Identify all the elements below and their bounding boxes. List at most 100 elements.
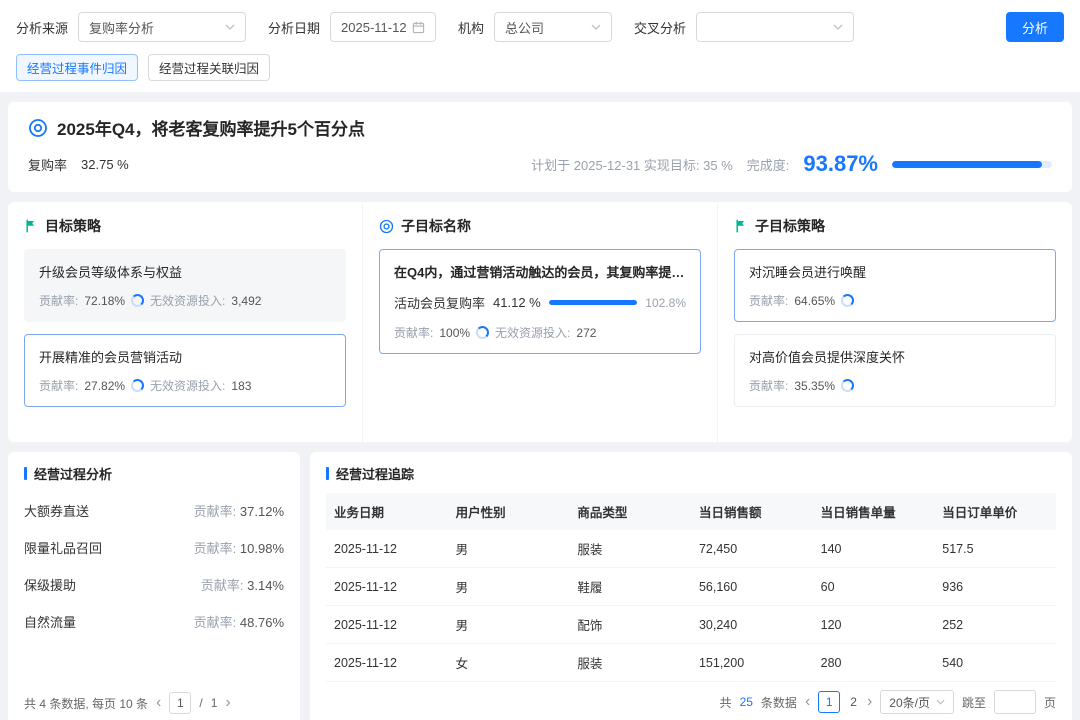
subgoal-card-stats: 贡献率: 100% 无效资源投入: 272 bbox=[394, 324, 686, 341]
substrategy-header: 子目标策略 bbox=[734, 216, 1056, 236]
filter-bar: 分析来源 复购率分析 分析日期 2025-11-12 机构 总公司 bbox=[16, 12, 1064, 42]
strategy-card-stats: 贡献率: 27.82% 无效资源投入: 183 bbox=[39, 377, 331, 394]
process-rate: 贡献率: 37.12% bbox=[194, 501, 284, 520]
substrategy-card-stats: 贡献率: 35.35% bbox=[749, 377, 1041, 394]
org-filter-label: 机构 bbox=[458, 18, 484, 37]
page-number-1[interactable]: 1 bbox=[818, 691, 840, 713]
table-cell: 60 bbox=[813, 568, 935, 606]
process-rate: 贡献率: 3.14% bbox=[201, 575, 284, 594]
page-number[interactable]: 1 bbox=[169, 692, 191, 714]
list-item[interactable]: 保级援助 贡献率: 3.14% bbox=[24, 575, 284, 594]
cross-analysis-select[interactable] bbox=[696, 12, 854, 42]
subgoal-progress-bar bbox=[549, 300, 638, 305]
table-cell: 服装 bbox=[569, 644, 691, 682]
rate-value: 72.18% bbox=[84, 294, 125, 308]
table-cell: 2025-11-12 bbox=[326, 644, 448, 682]
total-pages: 1 bbox=[211, 696, 218, 710]
table-cell: 男 bbox=[448, 568, 570, 606]
invalid-label: 无效资源投入: bbox=[495, 324, 570, 341]
table-cell: 鞋履 bbox=[569, 568, 691, 606]
process-name: 自然流量 bbox=[24, 612, 76, 631]
list-item[interactable]: 限量礼品召回 贡献率: 10.98% bbox=[24, 538, 284, 557]
source-filter-label: 分析来源 bbox=[16, 18, 68, 37]
column-header: 当日订单单价 bbox=[934, 493, 1056, 530]
table-cell: 540 bbox=[934, 644, 1056, 682]
substrategy-card[interactable]: 对沉睡会员进行唤醒 贡献率: 64.65% bbox=[734, 249, 1056, 322]
panel-title: 经营过程追踪 bbox=[326, 464, 1056, 483]
strategy-card-title: 升级会员等级体系与权益 bbox=[39, 262, 331, 281]
subgoal-progress-fill bbox=[549, 300, 638, 305]
table-cell: 2025-11-12 bbox=[326, 568, 448, 606]
completion-progress-fill bbox=[892, 161, 1042, 168]
bottom-section: 经营过程分析 大额券直送 贡献率: 37.12% 限量礼品召回 贡献率: 10.… bbox=[8, 452, 1072, 720]
list-item[interactable]: 大额券直送 贡献率: 37.12% bbox=[24, 501, 284, 520]
repurchase-rate-metric: 复购率 32.75 % bbox=[28, 155, 129, 174]
rate-label: 贡献率: bbox=[194, 615, 237, 630]
source-select-value: 复购率分析 bbox=[89, 18, 154, 37]
rate-value: 100% bbox=[439, 326, 470, 340]
next-page-icon[interactable]: › bbox=[225, 695, 230, 711]
table-cell: 2025-11-12 bbox=[326, 682, 448, 690]
goal-strategy-column: 目标策略 升级会员等级体系与权益 贡献率: 72.18% 无效资源投入: 3,4… bbox=[8, 202, 362, 442]
prev-page-icon[interactable]: ‹ bbox=[805, 694, 810, 710]
list-item[interactable]: 自然流量 贡献率: 48.76% bbox=[24, 612, 284, 631]
page-number-2[interactable]: 2 bbox=[848, 695, 859, 709]
goal-strategy-header: 目标策略 bbox=[24, 216, 346, 236]
table-cell: 男 bbox=[448, 530, 570, 568]
table-cell: 配饰 bbox=[569, 606, 691, 644]
table-cell: 517.5 bbox=[934, 530, 1056, 568]
completion-value: 93.87% bbox=[803, 151, 878, 177]
invalid-value: 3,492 bbox=[231, 294, 261, 308]
tab-relation-attribution[interactable]: 经营过程关联归因 bbox=[148, 54, 270, 81]
cross-filter-label: 交叉分析 bbox=[634, 18, 686, 37]
rate-value: 64.65% bbox=[794, 294, 835, 308]
source-filter-group: 分析来源 复购率分析 bbox=[16, 12, 246, 42]
table-row: 2025-11-12 女 服装 151,200 280 540 bbox=[326, 644, 1056, 682]
rate-label: 贡献率: bbox=[749, 377, 788, 394]
total-count: 25 bbox=[740, 695, 753, 709]
rate-value: 27.82% bbox=[84, 379, 125, 393]
date-picker[interactable]: 2025-11-12 bbox=[330, 12, 436, 42]
column-title: 子目标名称 bbox=[401, 216, 471, 236]
org-select[interactable]: 总公司 bbox=[494, 12, 612, 42]
substrategy-card-title: 对沉睡会员进行唤醒 bbox=[749, 262, 1041, 281]
table-row: 2025-11-12 女 鞋履 89,100 108 825 bbox=[326, 682, 1056, 690]
subgoal-metric-row: 活动会员复购率 41.12 % 102.8% bbox=[394, 293, 686, 312]
plan-target-text: 计划于 2025-12-31 实现目标: 35 % bbox=[531, 155, 733, 174]
strategy-card[interactable]: 开展精准的会员营销活动 贡献率: 27.82% 无效资源投入: 183 bbox=[24, 334, 346, 407]
jump-page-input[interactable] bbox=[994, 690, 1036, 714]
page-size-select[interactable]: 20条/页 bbox=[880, 690, 954, 714]
date-picker-value: 2025-11-12 bbox=[341, 20, 407, 35]
tab-event-attribution[interactable]: 经营过程事件归因 bbox=[16, 54, 138, 81]
analyze-button[interactable]: 分析 bbox=[1006, 12, 1064, 42]
table-cell: 120 bbox=[813, 606, 935, 644]
prev-page-icon[interactable]: ‹ bbox=[156, 695, 161, 711]
page-size-value: 20条/页 bbox=[889, 694, 930, 711]
source-select[interactable]: 复购率分析 bbox=[78, 12, 246, 42]
contribution-donut-icon bbox=[841, 294, 854, 307]
completion-progress-bar bbox=[892, 161, 1052, 168]
contribution-donut-icon bbox=[841, 379, 854, 392]
substrategy-card-title: 对高价值会员提供深度关怀 bbox=[749, 347, 1041, 366]
table-cell: 56,160 bbox=[691, 568, 813, 606]
process-analysis-panel: 经营过程分析 大额券直送 贡献率: 37.12% 限量礼品召回 贡献率: 10.… bbox=[8, 452, 300, 720]
table-cell: 936 bbox=[934, 568, 1056, 606]
table-cell: 89,100 bbox=[691, 682, 813, 690]
table-cell: 男 bbox=[448, 606, 570, 644]
substrategy-card[interactable]: 对高价值会员提供深度关怀 贡献率: 35.35% bbox=[734, 334, 1056, 407]
table-row: 2025-11-12 男 鞋履 56,160 60 936 bbox=[326, 568, 1056, 606]
strategy-panel: 目标策略 升级会员等级体系与权益 贡献率: 72.18% 无效资源投入: 3,4… bbox=[8, 202, 1072, 442]
process-name: 限量礼品召回 bbox=[24, 538, 102, 557]
table-cell: 108 bbox=[813, 682, 935, 690]
date-filter-label: 分析日期 bbox=[268, 18, 320, 37]
chevron-down-icon bbox=[225, 24, 235, 30]
subgoal-card[interactable]: 在Q4内，通过营销活动触达的会员，其复购率提升… 活动会员复购率 41.12 %… bbox=[379, 249, 701, 354]
column-header: 业务日期 bbox=[326, 493, 448, 530]
strategy-card[interactable]: 升级会员等级体系与权益 贡献率: 72.18% 无效资源投入: 3,492 bbox=[24, 249, 346, 322]
goal-progress-group: 计划于 2025-12-31 实现目标: 35 % 完成度: 93.87% bbox=[531, 151, 1052, 177]
subgoal-card-title: 在Q4内，通过营销活动触达的会员，其复购率提升… bbox=[394, 262, 686, 281]
rate-label: 贡献率: bbox=[39, 292, 78, 309]
next-page-icon[interactable]: › bbox=[867, 694, 872, 710]
repurchase-rate-label: 复购率 bbox=[28, 155, 67, 174]
subgoal-progress-value: 102.8% bbox=[645, 296, 686, 310]
